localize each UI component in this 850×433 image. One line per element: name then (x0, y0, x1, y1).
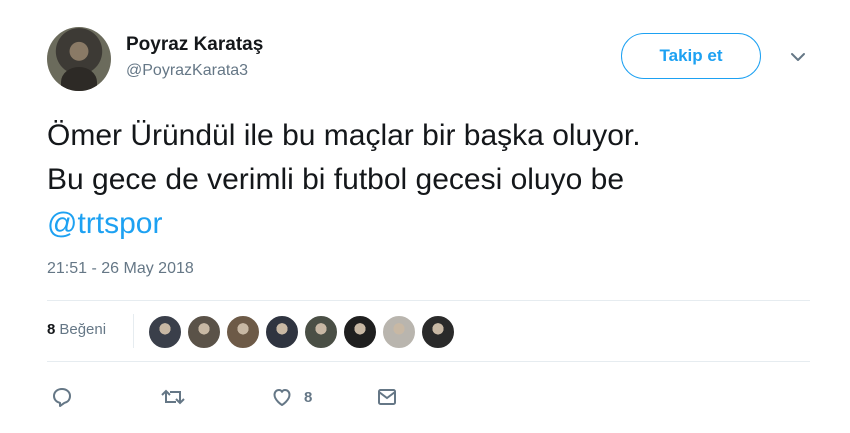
reply-button[interactable] (50, 384, 74, 410)
liker-avatar[interactable] (382, 315, 416, 349)
tweet-text-line-1: Ömer Üründül ile bu maçlar bir başka olu… (47, 119, 641, 152)
likes-label: Beğeni (59, 321, 107, 338)
likes-number: 8 (47, 321, 56, 338)
author-name[interactable]: Poyraz Karataş (126, 34, 263, 56)
follow-button[interactable]: Takip et (621, 33, 761, 79)
liker-avatar[interactable] (148, 315, 182, 349)
tweet-timestamp[interactable]: 21:51 - 26 May 2018 (47, 260, 194, 278)
likers-avatars (148, 315, 460, 349)
liker-avatar[interactable] (187, 315, 221, 349)
likes-count[interactable]: 8 Beğeni (47, 321, 106, 338)
direct-message-button[interactable] (375, 384, 399, 410)
mention-link[interactable]: @trtspor (47, 202, 827, 246)
divider (47, 361, 810, 362)
author-avatar[interactable] (47, 27, 111, 91)
reply-icon (53, 388, 71, 407)
retweet-button[interactable] (160, 384, 186, 410)
heart-icon (273, 389, 291, 406)
tweet-card: Poyraz Karataş @PoyrazKarata3 Takip et Ö… (0, 0, 850, 433)
retweet-icon (161, 389, 185, 405)
author-handle[interactable]: @PoyrazKarata3 (126, 62, 248, 80)
like-button[interactable]: 8 (270, 384, 312, 410)
liker-avatar[interactable] (304, 315, 338, 349)
liker-avatar[interactable] (226, 315, 260, 349)
like-count: 8 (304, 388, 313, 406)
liker-avatar[interactable] (265, 315, 299, 349)
stats-separator (133, 314, 134, 348)
tweet-text: Ömer Üründül ile bu maçlar bir başka olu… (47, 114, 827, 246)
chevron-down-icon[interactable] (789, 50, 807, 64)
divider (47, 300, 810, 301)
liker-avatar[interactable] (343, 315, 377, 349)
liker-avatar[interactable] (421, 315, 455, 349)
envelope-icon (378, 389, 396, 405)
tweet-text-line-2: Bu gece de verimli bi futbol gecesi oluy… (47, 163, 625, 196)
